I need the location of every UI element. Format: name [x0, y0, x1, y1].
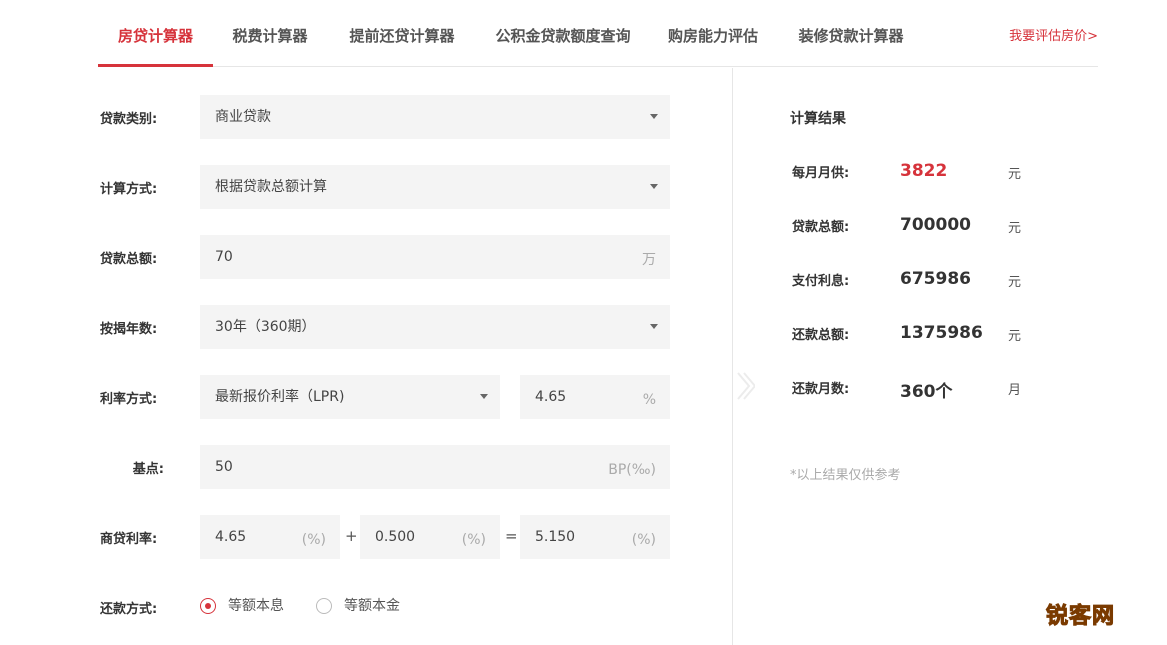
- tab-prepayment-calculator[interactable]: 提前还贷计算器: [338, 0, 466, 67]
- repayment-label: 还款方式:: [100, 602, 158, 617]
- loan-amount-unit: 万: [642, 252, 656, 268]
- total-repayment-label: 还款总额:: [792, 328, 850, 343]
- dropdown-caret-icon: [650, 114, 658, 119]
- rate-value: 4.65: [535, 389, 567, 405]
- loan-amount-value: 70: [215, 249, 233, 265]
- tab-mortgage-calculator[interactable]: 房贷计算器: [98, 0, 213, 67]
- radio-label: 等额本息: [228, 598, 284, 614]
- loan-type-label: 贷款类别:: [100, 112, 158, 127]
- basis-point-label: 基点:: [132, 462, 164, 477]
- rate-type-select[interactable]: 最新报价利率（LPR): [200, 375, 500, 419]
- result-disclaimer: *以上结果仅供参考: [790, 468, 901, 483]
- rate-input[interactable]: 4.65 %: [520, 375, 670, 419]
- calc-method-label: 计算方式:: [100, 182, 158, 197]
- radio-unchecked-icon: [316, 598, 332, 614]
- base-rate-field: 4.65 (%): [200, 515, 340, 559]
- interest-label: 支付利息:: [792, 274, 850, 289]
- loan-years-label: 按揭年数:: [100, 322, 158, 337]
- estimate-price-link[interactable]: 我要评估房价>: [1009, 0, 1098, 67]
- interest-unit: 元: [1008, 275, 1022, 290]
- dropdown-caret-icon: [650, 324, 658, 329]
- commercial-rate-label: 商贷利率:: [100, 532, 158, 547]
- panel-divider: [732, 68, 733, 645]
- loan-amount-input[interactable]: 70 万: [200, 235, 670, 279]
- total-repayment-value: 1375986: [900, 323, 983, 343]
- base-rate-unit: (%): [301, 532, 326, 548]
- interest-value: 675986: [900, 269, 971, 289]
- repayment-months-value: 360个: [900, 382, 953, 402]
- monthly-payment-unit: 元: [1008, 167, 1022, 182]
- equals-sign: =: [505, 527, 518, 545]
- rate-unit: %: [642, 392, 656, 408]
- tab-renovation-loan[interactable]: 装修贷款计算器: [788, 0, 914, 67]
- plus-sign: +: [345, 527, 358, 545]
- calc-method-value: 根据贷款总额计算: [215, 179, 327, 195]
- loan-type-value: 商业贷款: [215, 109, 271, 125]
- added-rate-value: 0.500: [375, 529, 416, 545]
- repayment-months-unit: 月: [1008, 383, 1022, 398]
- added-rate-field: 0.500 (%): [360, 515, 500, 559]
- base-rate-value: 4.65: [215, 529, 247, 545]
- watermark-logo: 锐客网: [1045, 604, 1116, 630]
- total-loan-label: 贷款总额:: [792, 220, 850, 235]
- chevron-right-icon: [737, 372, 755, 400]
- loan-years-select[interactable]: 30年（360期）: [200, 305, 670, 349]
- total-loan-value: 700000: [900, 215, 971, 235]
- loan-type-select[interactable]: 商业贷款: [200, 95, 670, 139]
- result-rate-value: 5.150: [535, 529, 576, 545]
- basis-point-input[interactable]: 50 BP(‰): [200, 445, 670, 489]
- result-rate-field: 5.150 (%): [520, 515, 670, 559]
- monthly-payment-label: 每月月供:: [792, 166, 850, 181]
- rate-type-label: 利率方式:: [100, 392, 158, 407]
- result-title: 计算结果: [790, 111, 846, 127]
- dropdown-caret-icon: [650, 184, 658, 189]
- loan-amount-label: 贷款总额:: [100, 252, 158, 267]
- calculator-tabs: 房贷计算器 税费计算器 提前还贷计算器 公积金贷款额度查询 购房能力评估 装修贷…: [98, 0, 1098, 67]
- basis-point-unit: BP(‰): [608, 462, 656, 478]
- rate-type-value: 最新报价利率（LPR): [215, 389, 345, 405]
- result-rate-unit: (%): [631, 532, 656, 548]
- loan-years-value: 30年（360期）: [215, 319, 316, 335]
- basis-point-value: 50: [215, 459, 233, 475]
- radio-label: 等额本金: [344, 598, 400, 614]
- monthly-payment-value: 3822: [900, 161, 948, 181]
- tab-housing-fund-query[interactable]: 公积金贷款额度查询: [488, 0, 638, 67]
- total-loan-unit: 元: [1008, 221, 1022, 236]
- total-repayment-unit: 元: [1008, 329, 1022, 344]
- radio-checked-icon: [200, 598, 216, 614]
- tab-affordability[interactable]: 购房能力评估: [660, 0, 766, 67]
- calc-method-select[interactable]: 根据贷款总额计算: [200, 165, 670, 209]
- added-rate-unit: (%): [461, 532, 486, 548]
- tab-tax-calculator[interactable]: 税费计算器: [224, 0, 316, 67]
- dropdown-caret-icon: [480, 394, 488, 399]
- repayment-months-label: 还款月数:: [792, 382, 850, 397]
